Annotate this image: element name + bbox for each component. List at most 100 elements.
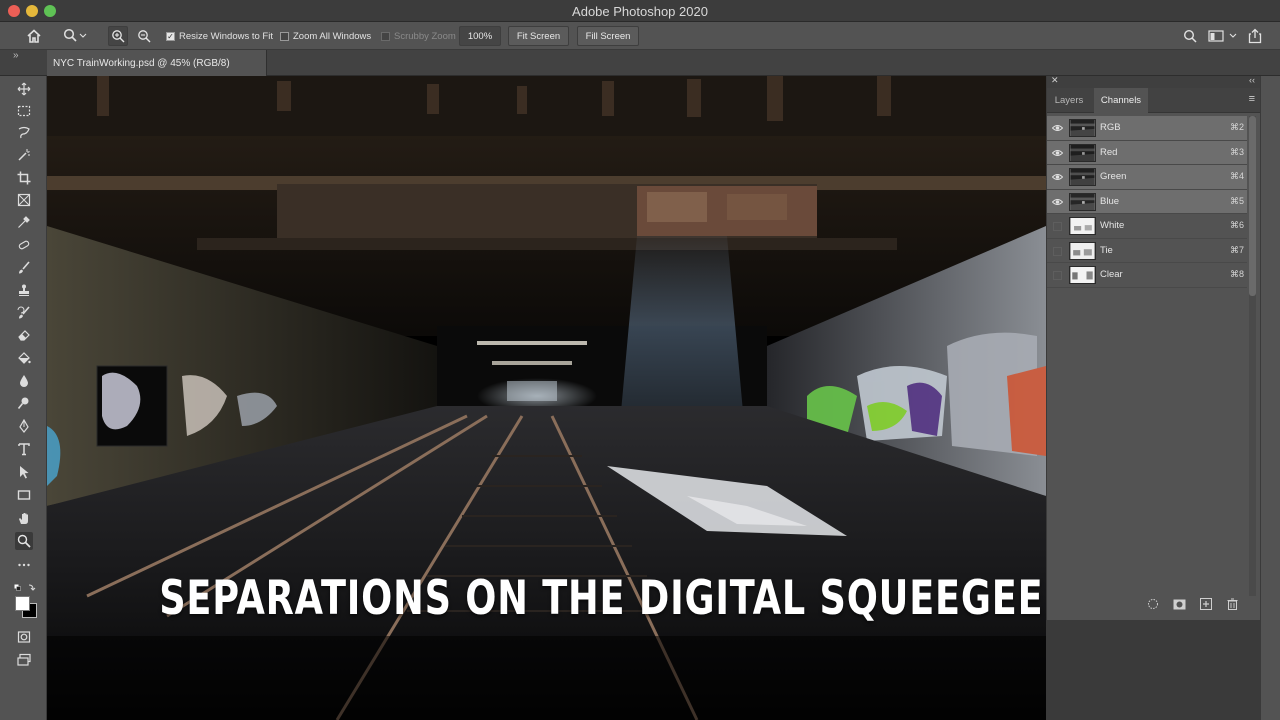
check-icon: ✓ bbox=[166, 31, 175, 41]
channel-row-rgb[interactable]: RGB ⌘2 bbox=[1047, 116, 1247, 141]
type-tool-icon[interactable] bbox=[15, 440, 33, 458]
healing-brush-tool-icon[interactable] bbox=[15, 236, 33, 254]
panel-menu-icon[interactable]: ≡ bbox=[1249, 93, 1255, 105]
eye-icon[interactable] bbox=[1052, 123, 1063, 133]
document-tab-bar: » NYC TrainWorking.psd @ 45% (RGB/8) bbox=[0, 50, 1280, 76]
foreground-color-swatch[interactable] bbox=[15, 596, 30, 611]
channel-name: White bbox=[1100, 220, 1125, 231]
collapse-panel-icon[interactable]: ‹‹ bbox=[1249, 75, 1255, 85]
scrubby-zoom-checkbox[interactable]: Scrubby Zoom bbox=[381, 22, 456, 50]
channel-row-red[interactable]: Red ⌘3 bbox=[1047, 140, 1247, 165]
channel-name: Tie bbox=[1100, 244, 1113, 256]
pen-tool-icon[interactable] bbox=[15, 417, 33, 435]
frame-tool-icon[interactable] bbox=[15, 191, 33, 209]
paint-bucket-tool-icon[interactable] bbox=[15, 349, 33, 367]
tab-channels[interactable]: Channels bbox=[1094, 88, 1148, 113]
close-panel-icon[interactable]: ✕ bbox=[1051, 75, 1059, 86]
channel-row-tie[interactable]: Tie ⌘7 bbox=[1047, 239, 1247, 263]
trash-icon[interactable] bbox=[1225, 597, 1239, 611]
zoom-tool-icon[interactable] bbox=[63, 22, 87, 50]
channel-shortcut: ⌘4 bbox=[1229, 171, 1244, 181]
resize-windows-checkbox[interactable]: ✓ Resize Windows to Fit bbox=[166, 22, 273, 50]
panel-scrollbar-thumb[interactable] bbox=[1249, 116, 1256, 296]
zoom-in-icon[interactable] bbox=[108, 26, 128, 46]
more-tools-icon[interactable] bbox=[15, 556, 33, 574]
quick-mask-icon[interactable] bbox=[15, 628, 33, 646]
checkbox-box bbox=[381, 31, 390, 41]
visibility-toggle-off[interactable] bbox=[1053, 246, 1062, 256]
load-channel-as-selection-icon[interactable] bbox=[1146, 597, 1160, 611]
app-title: Adobe Photoshop 2020 bbox=[572, 4, 708, 19]
tab-layers[interactable]: Layers bbox=[1047, 88, 1091, 113]
document-tab-title: NYC TrainWorking.psd @ 45% (RGB/8) bbox=[53, 57, 230, 69]
color-swatches[interactable] bbox=[13, 594, 39, 620]
channel-row-clear[interactable]: Clear ⌘8 bbox=[1047, 263, 1247, 288]
channel-thumbnail bbox=[1069, 266, 1096, 284]
document-canvas[interactable]: SEPARATIONS ON THE DIGITAL SQUEEGEE bbox=[47, 76, 1046, 720]
channel-row-blue[interactable]: Blue ⌘5 bbox=[1047, 189, 1247, 214]
hand-tool-icon[interactable] bbox=[15, 509, 33, 527]
channel-shortcut: ⌘6 bbox=[1229, 220, 1244, 230]
channel-row-white[interactable]: White ⌘6 bbox=[1047, 214, 1247, 239]
zoom-tool-icon[interactable] bbox=[15, 532, 33, 550]
path-selection-tool-icon[interactable] bbox=[15, 463, 33, 481]
checkbox-box bbox=[280, 31, 289, 41]
home-icon[interactable] bbox=[26, 22, 42, 50]
new-channel-icon[interactable] bbox=[1199, 597, 1213, 611]
zoom-all-checkbox[interactable]: Zoom All Windows bbox=[280, 22, 371, 50]
fit-screen-button[interactable]: Fit Screen bbox=[508, 26, 569, 46]
panel-dock-empty-area bbox=[1046, 620, 1260, 720]
channel-name: Red bbox=[1100, 146, 1118, 158]
eye-icon[interactable] bbox=[1052, 197, 1063, 207]
crop-tool-icon[interactable] bbox=[15, 169, 33, 187]
options-bar: ✓ Resize Windows to Fit Zoom All Windows… bbox=[0, 22, 1280, 50]
channel-shortcut: ⌘3 bbox=[1229, 146, 1244, 157]
eye-icon[interactable] bbox=[1052, 148, 1063, 158]
history-brush-tool-icon[interactable] bbox=[15, 304, 33, 322]
blur-tool-icon[interactable] bbox=[15, 372, 33, 390]
fill-screen-button[interactable]: Fill Screen bbox=[577, 26, 639, 46]
zoom-value-field[interactable]: 100% bbox=[459, 26, 501, 46]
search-icon[interactable] bbox=[1183, 22, 1197, 50]
resize-windows-label: Resize Windows to Fit bbox=[179, 30, 273, 42]
expand-toolbar-icon[interactable]: » bbox=[13, 50, 19, 61]
channel-name: Blue bbox=[1100, 195, 1120, 207]
eraser-tool-icon[interactable] bbox=[15, 326, 33, 344]
channel-row-green[interactable]: Green ⌘4 bbox=[1047, 165, 1247, 190]
channel-shortcut: ⌘8 bbox=[1229, 269, 1244, 279]
visibility-toggle-off[interactable] bbox=[1053, 271, 1062, 280]
channel-shortcut: ⌘2 bbox=[1229, 122, 1244, 132]
channel-shortcut: ⌘7 bbox=[1229, 244, 1244, 255]
marquee-tool-icon[interactable] bbox=[15, 102, 33, 120]
clone-stamp-tool-icon[interactable] bbox=[15, 281, 33, 299]
scrubby-zoom-label: Scrubby Zoom bbox=[394, 30, 456, 42]
brush-tool-icon[interactable] bbox=[15, 259, 33, 277]
tools-panel bbox=[0, 76, 47, 720]
panel-header: ✕ ‹‹ bbox=[1047, 75, 1261, 88]
channel-thumbnail bbox=[1069, 119, 1096, 137]
zoom-all-label: Zoom All Windows bbox=[293, 30, 372, 42]
rectangle-tool-icon[interactable] bbox=[15, 486, 33, 504]
panel-dock-strip bbox=[1260, 76, 1280, 720]
channel-thumbnail bbox=[1069, 217, 1096, 235]
lasso-tool-icon[interactable] bbox=[15, 124, 33, 142]
eyedropper-tool-icon[interactable] bbox=[15, 213, 33, 231]
channel-name: Clear bbox=[1100, 269, 1123, 280]
eye-icon[interactable] bbox=[1052, 172, 1063, 182]
swap-colors-icon[interactable] bbox=[14, 579, 40, 591]
screen-mode-icon[interactable] bbox=[15, 651, 33, 669]
channel-thumbnail bbox=[1069, 192, 1096, 211]
move-tool-icon[interactable] bbox=[15, 80, 33, 98]
save-selection-as-channel-icon[interactable] bbox=[1172, 597, 1186, 611]
magic-wand-tool-icon[interactable] bbox=[15, 146, 33, 164]
zoom-out-icon[interactable] bbox=[137, 22, 151, 50]
workspace-icon[interactable] bbox=[1208, 22, 1240, 50]
visibility-toggle-off[interactable] bbox=[1053, 222, 1062, 231]
video-caption: SEPARATIONS ON THE DIGITAL SQUEEGEE bbox=[159, 571, 1044, 626]
channel-thumbnail bbox=[1069, 168, 1096, 186]
document-tab[interactable]: NYC TrainWorking.psd @ 45% (RGB/8) bbox=[47, 50, 267, 76]
panel-footer bbox=[1047, 592, 1247, 616]
share-icon[interactable] bbox=[1248, 22, 1262, 50]
dodge-tool-icon[interactable] bbox=[15, 394, 33, 412]
channel-thumbnail bbox=[1069, 241, 1096, 260]
